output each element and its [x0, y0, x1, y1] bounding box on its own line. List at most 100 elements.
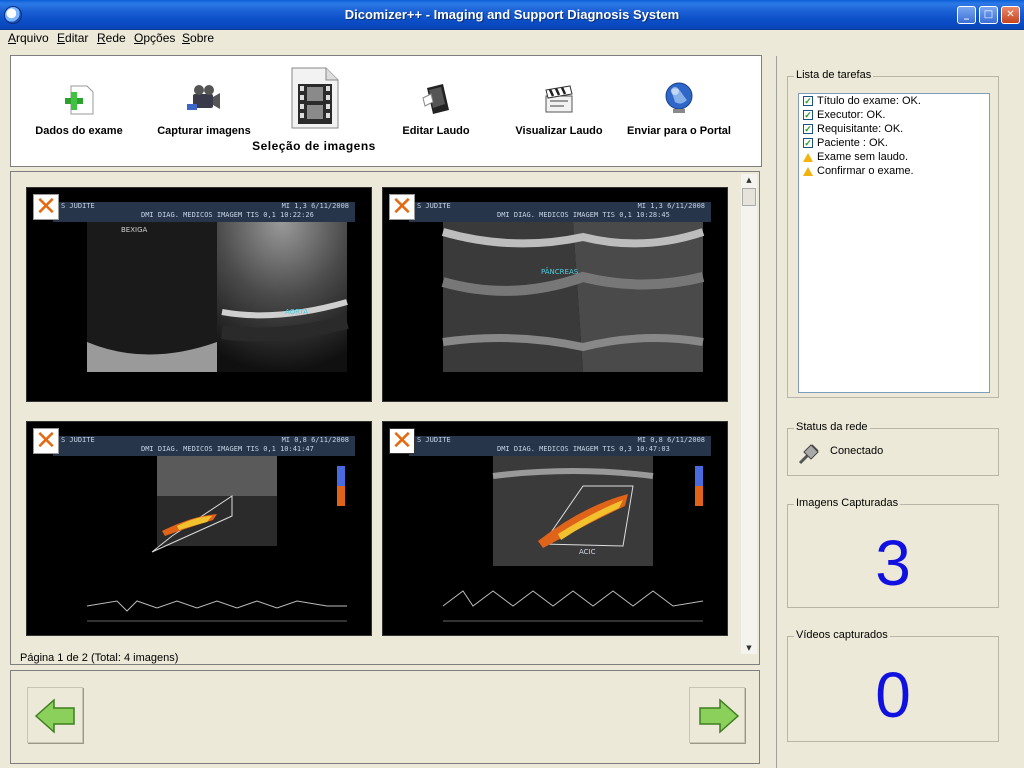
image-label: ACIC — [579, 548, 596, 556]
task-list[interactable]: ✓ Título do exame: OK. ✓ Executor: OK. ✓ Re… — [798, 93, 990, 393]
arrow-left-icon — [34, 698, 75, 734]
image-date: MI 1,3 6/11/2008 — [281, 202, 349, 210]
gallery-scrollbar[interactable]: ▲ ▼ — [741, 174, 757, 654]
ultrasound-thumbnail[interactable]: S JUDITE MI 1,3 6/11/2008 DMI DIAG. MEDI… — [26, 187, 372, 402]
check-icon: ✓ — [803, 110, 813, 120]
page-info: Página 1 de 2 (Total: 4 imagens) — [20, 652, 179, 664]
tool-dados-exame[interactable]: Dados do exame — [29, 80, 129, 137]
captured-videos-count: 0 — [875, 659, 911, 731]
tool-selecao-imagens[interactable]: Seleção de imagens — [245, 66, 383, 153]
task-list-title: Lista de tarefas — [794, 69, 874, 81]
delete-image-button[interactable]: ✕ — [389, 428, 415, 454]
tool-visualizar-laudo[interactable]: Visualizar Laudo — [511, 82, 607, 137]
ultrasound-thumbnail[interactable]: S JUDITE MI 0,8 6/11/2008 DMI DIAG. MEDI… — [382, 421, 728, 636]
image-label: PÂNCREAS — [541, 267, 579, 276]
menu-opcoes[interactable]: Opções — [134, 31, 175, 45]
task-item: Confirmar o exame. — [799, 164, 989, 178]
status-sidebar: Lista de tarefas ✓ Título do exame: OK. ✓… — [776, 56, 1012, 768]
tool-label: Seleção de imagens — [252, 139, 376, 153]
task-list-group: Lista de tarefas ✓ Título do exame: OK. ✓… — [787, 69, 999, 398]
workflow-toolbar: Dados do exame Capturar imagens Seleção … — [10, 55, 762, 167]
image-header: S JUDITE MI 0,8 6/11/2008 DMI DIAG. MEDI… — [53, 436, 355, 456]
captured-images-title: Imagens Capturadas — [794, 497, 901, 509]
image-subheader: DMI DIAG. MEDICOS IMAGEM TIS 0,1 10:28:4… — [497, 211, 670, 219]
tool-label: Visualizar Laudo — [515, 125, 603, 137]
image-header: S JUDITE MI 0,8 6/11/2008 DMI DIAG. MEDI… — [409, 436, 711, 456]
image-header: S JUDITE MI 1,3 6/11/2008 DMI DIAG. MEDI… — [409, 202, 711, 222]
ultrasound-thumbnail[interactable]: S JUDITE MI 0,8 6/11/2008 DMI DIAG. MEDI… — [26, 421, 372, 636]
edit-report-icon — [422, 84, 449, 114]
task-text: Título do exame: OK. — [817, 95, 921, 107]
network-cable-icon — [798, 444, 819, 465]
film-strip-icon — [291, 67, 339, 129]
image-date: MI 0,8 6/11/2008 — [281, 436, 349, 444]
scrollbar-thumb[interactable] — [742, 188, 756, 206]
network-status-text: Conectado — [830, 445, 884, 457]
delete-image-button[interactable]: ✕ — [33, 194, 59, 220]
image-subheader: DMI DIAG. MEDICOS IMAGEM TIS 0,1 10:22:2… — [141, 211, 314, 219]
next-page-button[interactable] — [689, 687, 745, 743]
network-status-title: Status da rede — [794, 421, 870, 433]
image-subheader: DMI DIAG. MEDICOS IMAGEM TIS 0,3 10:47:0… — [497, 445, 670, 453]
image-label: BEXIGA — [121, 226, 148, 234]
menu-sobre[interactable]: Sobre — [182, 31, 214, 45]
image-subheader: DMI DIAG. MEDICOS IMAGEM TIS 0,1 10:41:4… — [141, 445, 314, 453]
arrow-right-icon — [699, 698, 740, 734]
image-date: MI 1,3 6/11/2008 — [637, 202, 705, 210]
ultrasound-image — [86, 456, 347, 622]
task-text: Requisitante: OK. — [817, 123, 904, 135]
task-item: ✓ Paciente : OK. — [799, 136, 989, 150]
warning-icon — [803, 166, 813, 176]
tool-label: Enviar para o Portal — [627, 125, 731, 137]
ultrasound-thumbnail[interactable]: S JUDITE MI 1,3 6/11/2008 DMI DIAG. MEDI… — [382, 187, 728, 402]
captured-images-group: Imagens Capturadas 3 — [787, 497, 999, 608]
network-status-group: Status da rede Conectado — [787, 421, 999, 476]
check-icon: ✓ — [803, 124, 813, 134]
patient-name: S JUDITE — [61, 436, 95, 444]
patient-name: S JUDITE — [417, 436, 451, 444]
menu-editar[interactable]: Editar — [57, 31, 88, 45]
image-header: S JUDITE MI 1,3 6/11/2008 DMI DIAG. MEDI… — [53, 202, 355, 222]
task-text: Confirmar o exame. — [817, 165, 914, 177]
task-text: Executor: OK. — [817, 109, 886, 121]
patient-name: S JUDITE — [61, 202, 95, 210]
close-button[interactable]: ✕ — [1001, 6, 1020, 24]
window-title: Dicomizer++ - Imaging and Support Diagno… — [344, 7, 680, 22]
patient-name: S JUDITE — [417, 202, 451, 210]
menu-arquivo[interactable]: Arquivo — [8, 31, 49, 45]
captured-images-count: 3 — [875, 527, 911, 599]
task-item: ✓ Executor: OK. — [799, 108, 989, 122]
clapperboard-icon — [545, 85, 573, 113]
tool-enviar-portal[interactable]: Enviar para o Portal — [623, 80, 735, 137]
camcorder-icon — [187, 85, 220, 110]
delete-image-button[interactable]: ✕ — [389, 194, 415, 220]
title-bar: Dicomizer++ - Imaging and Support Diagno… — [0, 0, 1024, 30]
check-icon: ✓ — [803, 138, 813, 148]
task-item: ✓ Requisitante: OK. — [799, 122, 989, 136]
captured-videos-group: Vídeos capturados 0 — [787, 629, 999, 742]
ultrasound-image: PÂNCREAS — [441, 222, 705, 372]
task-item: Exame sem laudo. — [799, 150, 989, 164]
image-label: AORTA — [285, 308, 308, 316]
warning-icon — [803, 152, 813, 162]
navigation-panel — [10, 670, 760, 764]
previous-page-button[interactable] — [27, 687, 83, 743]
task-text: Exame sem laudo. — [817, 151, 909, 163]
delete-image-button[interactable]: ✕ — [33, 428, 59, 454]
image-date: MI 0,8 6/11/2008 — [637, 436, 705, 444]
maximize-button[interactable]: □ — [979, 6, 998, 24]
task-item: ✓ Título do exame: OK. — [799, 94, 989, 108]
add-document-icon — [65, 85, 94, 115]
minimize-button[interactable]: _ — [957, 6, 976, 24]
tool-editar-laudo[interactable]: Editar Laudo — [393, 82, 479, 137]
menu-bar: Arquivo Editar Rede Opções Sobre — [0, 30, 1024, 46]
menu-rede[interactable]: Rede — [97, 31, 126, 45]
captured-videos-title: Vídeos capturados — [794, 629, 890, 641]
ultrasound-image: BEXIGA AORTA — [87, 222, 349, 372]
check-icon: ✓ — [803, 96, 813, 106]
tool-label: Dados do exame — [35, 125, 123, 137]
ultrasound-image: ACIC — [442, 456, 704, 622]
scroll-down-arrow[interactable]: ▼ — [741, 642, 757, 654]
task-text: Paciente : OK. — [817, 137, 888, 149]
scroll-up-arrow[interactable]: ▲ — [741, 174, 757, 186]
